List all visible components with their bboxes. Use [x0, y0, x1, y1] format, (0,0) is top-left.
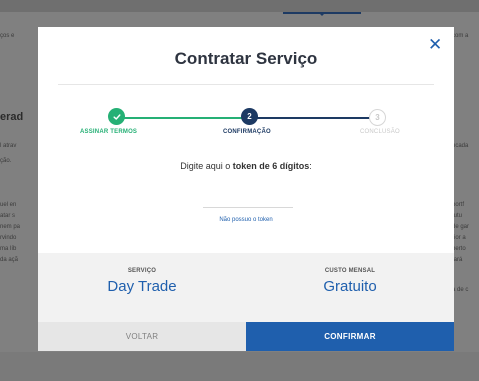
service-value: Day Trade — [107, 278, 177, 295]
monthly-cost-label: CUSTO MENSAL — [324, 268, 376, 274]
token-instruction: Digite aqui o token de 6 dígitos: — [38, 161, 454, 171]
step-3-indicator: 3 — [369, 109, 386, 126]
background-text: l atrav — [0, 143, 17, 149]
service-column: SERVIÇO Day Trade — [38, 268, 246, 295]
monthly-cost-value: Gratuito — [323, 278, 377, 295]
contract-service-modal: Contratar Serviço ✕ 2 3 ASSINAR TERMOS C… — [38, 27, 454, 351]
token-input[interactable] — [203, 199, 293, 208]
token-instruction-suffix: : — [309, 161, 312, 171]
background-text: rior a — [452, 235, 466, 241]
background-text: de gar — [452, 224, 470, 230]
background-text: nem pa — [0, 224, 21, 230]
background-text: uel en — [0, 202, 17, 208]
close-icon[interactable]: ✕ — [428, 36, 442, 53]
stepper-line-active — [256, 117, 384, 119]
step-2-label: CONFIRMAÇÃO — [223, 129, 271, 135]
background-text: rvindo — [0, 235, 17, 241]
back-button[interactable]: VOLTAR — [38, 322, 246, 351]
background-text: ção. — [0, 158, 12, 164]
background-text: a de c — [452, 287, 469, 293]
service-summary: SERVIÇO Day Trade CUSTO MENSAL Gratuito — [38, 253, 454, 322]
step-2-indicator: 2 — [241, 108, 258, 125]
monthly-cost-column: CUSTO MENSAL Gratuito — [246, 268, 454, 295]
background-text: atar s — [0, 213, 16, 219]
check-icon — [112, 113, 121, 120]
no-token-link[interactable]: Não possuo o token — [38, 217, 454, 223]
stepper-line-completed — [116, 117, 244, 119]
background-topbar — [0, 0, 479, 12]
token-instruction-prefix: Digite aqui o — [180, 161, 233, 171]
background-text: berto — [452, 246, 466, 252]
background-text: da açã — [0, 257, 19, 263]
background-heading: erad — [0, 111, 24, 123]
step-1-check-icon — [108, 108, 125, 125]
step-1-label: ASSINAR TERMOS — [80, 129, 138, 135]
token-instruction-bold: token de 6 dígitos — [232, 161, 310, 171]
background-text: com a — [452, 33, 469, 39]
background-text: ma líb — [0, 246, 17, 252]
background-footer — [0, 352, 479, 381]
step-3-label: CONCLUSÃO — [360, 129, 400, 135]
service-label: SERVIÇO — [127, 268, 157, 274]
background-text: ços e — [0, 33, 15, 39]
modal-title: Contratar Serviço — [174, 49, 318, 68]
confirm-button[interactable]: CONFIRMAR — [246, 322, 454, 351]
background-nav-caret — [318, 12, 326, 16]
background-text: ncada — [452, 143, 469, 149]
title-divider — [58, 84, 434, 85]
